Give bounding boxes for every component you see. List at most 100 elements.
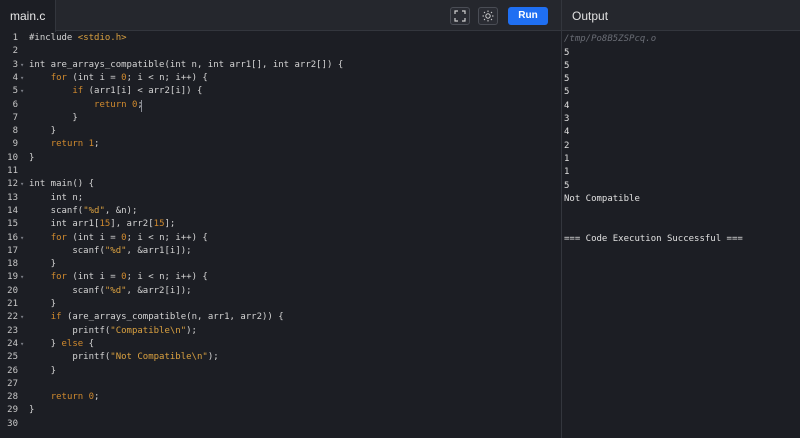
- code-line[interactable]: 17 scanf("%d", &arr1[i]);: [0, 245, 561, 258]
- code-line[interactable]: 16 ▾ for (int i = 0; i < n; i++) {: [0, 232, 561, 245]
- code-line[interactable]: 11: [0, 165, 561, 178]
- code-editor[interactable]: 1 #include <stdio.h> 2 3 ▾ int are_arrays_com…: [0, 32, 561, 438]
- code-line[interactable]: 25 printf("Not Compatible\n");: [0, 351, 561, 364]
- line-number: 18: [7, 259, 18, 270]
- code-text: }: [29, 299, 57, 309]
- code-line[interactable]: 6 return 0;: [0, 99, 561, 112]
- code-line[interactable]: 22 ▾ if (are_arrays_compatible(n, arr1, a…: [0, 311, 561, 324]
- code-text: return 0;: [94, 99, 143, 110]
- code-text: #include <stdio.h>: [29, 33, 127, 43]
- line-number: 19: [7, 272, 18, 283]
- line-number: 8: [12, 126, 18, 137]
- code-line[interactable]: 30: [0, 418, 561, 431]
- line-number: 24: [7, 338, 18, 349]
- code-line[interactable]: 15 int arr1[15], arr2[15];: [0, 218, 561, 231]
- code-text: return 0;: [50, 392, 100, 403]
- code-text: int n;: [29, 192, 84, 203]
- line-number: 16: [7, 232, 18, 243]
- code-text: } else {: [29, 338, 95, 349]
- line-number: 3: [12, 59, 18, 70]
- code-text: int arr1[15], arr2[15];: [29, 219, 176, 230]
- output-line: 5: [564, 180, 570, 191]
- fold-arrow-icon[interactable]: ▾: [20, 338, 24, 351]
- line-number: 1: [12, 33, 18, 43]
- line-number: 28: [7, 392, 18, 403]
- output-line: 4: [564, 100, 570, 111]
- output-line: 3: [564, 114, 570, 124]
- code-text: for (int i = 0; i < n; i++) {: [50, 232, 208, 243]
- line-number: 10: [7, 152, 18, 163]
- code-text: scanf("%d", &arr1[i]);: [29, 245, 192, 256]
- code-text: }: [29, 365, 57, 376]
- line-number: 14: [7, 205, 18, 216]
- text-cursor: [141, 99, 142, 112]
- line-number: 13: [7, 192, 18, 203]
- fold-arrow-icon[interactable]: ▾: [20, 72, 24, 85]
- code-text: }: [29, 152, 35, 163]
- code-line[interactable]: 29}: [0, 404, 561, 417]
- fold-arrow-icon[interactable]: ▾: [20, 311, 24, 324]
- fullscreen-icon: [454, 10, 466, 22]
- line-number: 25: [7, 352, 18, 363]
- line-number: 20: [7, 285, 18, 296]
- output-line: 5: [564, 60, 570, 71]
- code-line[interactable]: 27: [0, 378, 561, 391]
- code-line[interactable]: 21 }: [0, 298, 561, 311]
- code-line[interactable]: 9 return 1;: [0, 138, 561, 151]
- line-number: 30: [7, 418, 18, 429]
- code-line[interactable]: 13 int n;: [0, 192, 561, 205]
- fullscreen-button[interactable]: [450, 7, 470, 25]
- code-line[interactable]: 19 ▾ for (int i = 0; i < n; i++) {: [0, 271, 561, 284]
- output-line: 2: [564, 140, 570, 151]
- code-line[interactable]: 20 scanf("%d", &arr2[i]);: [0, 285, 561, 298]
- output-line: 5: [564, 74, 570, 85]
- line-number: 12: [7, 179, 18, 190]
- line-number: 15: [7, 219, 18, 230]
- output-panel: /tmp/Po8B5ZSPcq.o 5 5 5 5 4 3 4 2 1 1 5 Not Compati…: [562, 32, 800, 438]
- fold-arrow-icon[interactable]: ▾: [20, 271, 24, 284]
- output-file-path: /tmp/Po8B5ZSPcq.o: [564, 34, 657, 44]
- line-number: 2: [12, 46, 18, 57]
- fold-arrow-icon[interactable]: ▾: [20, 232, 24, 245]
- code-line[interactable]: 1 #include <stdio.h>: [0, 32, 561, 45]
- code-line[interactable]: 5 ▾ if (arr1[i] < arr2[i]) {: [0, 85, 561, 98]
- code-line[interactable]: 2: [0, 45, 561, 58]
- code-text: scanf("%d", &arr2[i]);: [29, 285, 192, 296]
- code-line[interactable]: 18 }: [0, 258, 561, 271]
- code-line[interactable]: 10}: [0, 152, 561, 165]
- code-text: scanf("%d", &n);: [29, 205, 138, 216]
- line-number: 22: [7, 312, 18, 323]
- code-line[interactable]: 23 printf("Compatible\n");: [0, 325, 561, 338]
- code-text: return 1;: [50, 139, 100, 150]
- code-line[interactable]: 26 }: [0, 365, 561, 378]
- code-line[interactable]: 8 }: [0, 125, 561, 138]
- output-line: 4: [564, 127, 570, 138]
- code-line[interactable]: 14 scanf("%d", &n);: [0, 205, 561, 218]
- fold-arrow-icon[interactable]: ▾: [20, 178, 24, 191]
- code-line[interactable]: 24 ▾ } else {: [0, 338, 561, 351]
- line-number: 29: [7, 405, 18, 416]
- code-text: printf("Compatible\n");: [29, 325, 197, 336]
- code-text: if (are_arrays_compatible(n, arr1, arr2)…: [50, 312, 284, 323]
- theme-toggle-button[interactable]: [478, 7, 498, 25]
- line-number: 17: [7, 245, 18, 256]
- code-text: for (int i = 0; i < n; i++) {: [50, 272, 208, 283]
- tab-main-c[interactable]: main.c: [0, 0, 56, 32]
- run-button[interactable]: Run: [508, 7, 548, 25]
- output-line: Not Compatible: [564, 193, 640, 204]
- code-text: for (int i = 0; i < n; i++) {: [50, 72, 208, 83]
- code-text: int main() {: [29, 179, 95, 190]
- top-toolbar: main.c Run Output: [0, 0, 800, 32]
- fold-arrow-icon[interactable]: ▾: [20, 59, 24, 72]
- code-line[interactable]: 28 return 0;: [0, 391, 561, 404]
- tab-label: main.c: [10, 9, 46, 23]
- output-line: 1: [564, 167, 570, 178]
- code-line[interactable]: 3 ▾ int are_arrays_compatible(int n, int a…: [0, 59, 561, 72]
- code-line[interactable]: 7 }: [0, 112, 561, 125]
- output-line: 5: [564, 87, 570, 98]
- line-number: 5: [12, 86, 18, 97]
- code-line[interactable]: 12 ▾ int main() {: [0, 178, 561, 191]
- code-line[interactable]: 4 ▾ for (int i = 0; i < n; i++) {: [0, 72, 561, 85]
- fold-arrow-icon[interactable]: ▾: [20, 85, 24, 98]
- code-text: }: [29, 259, 57, 270]
